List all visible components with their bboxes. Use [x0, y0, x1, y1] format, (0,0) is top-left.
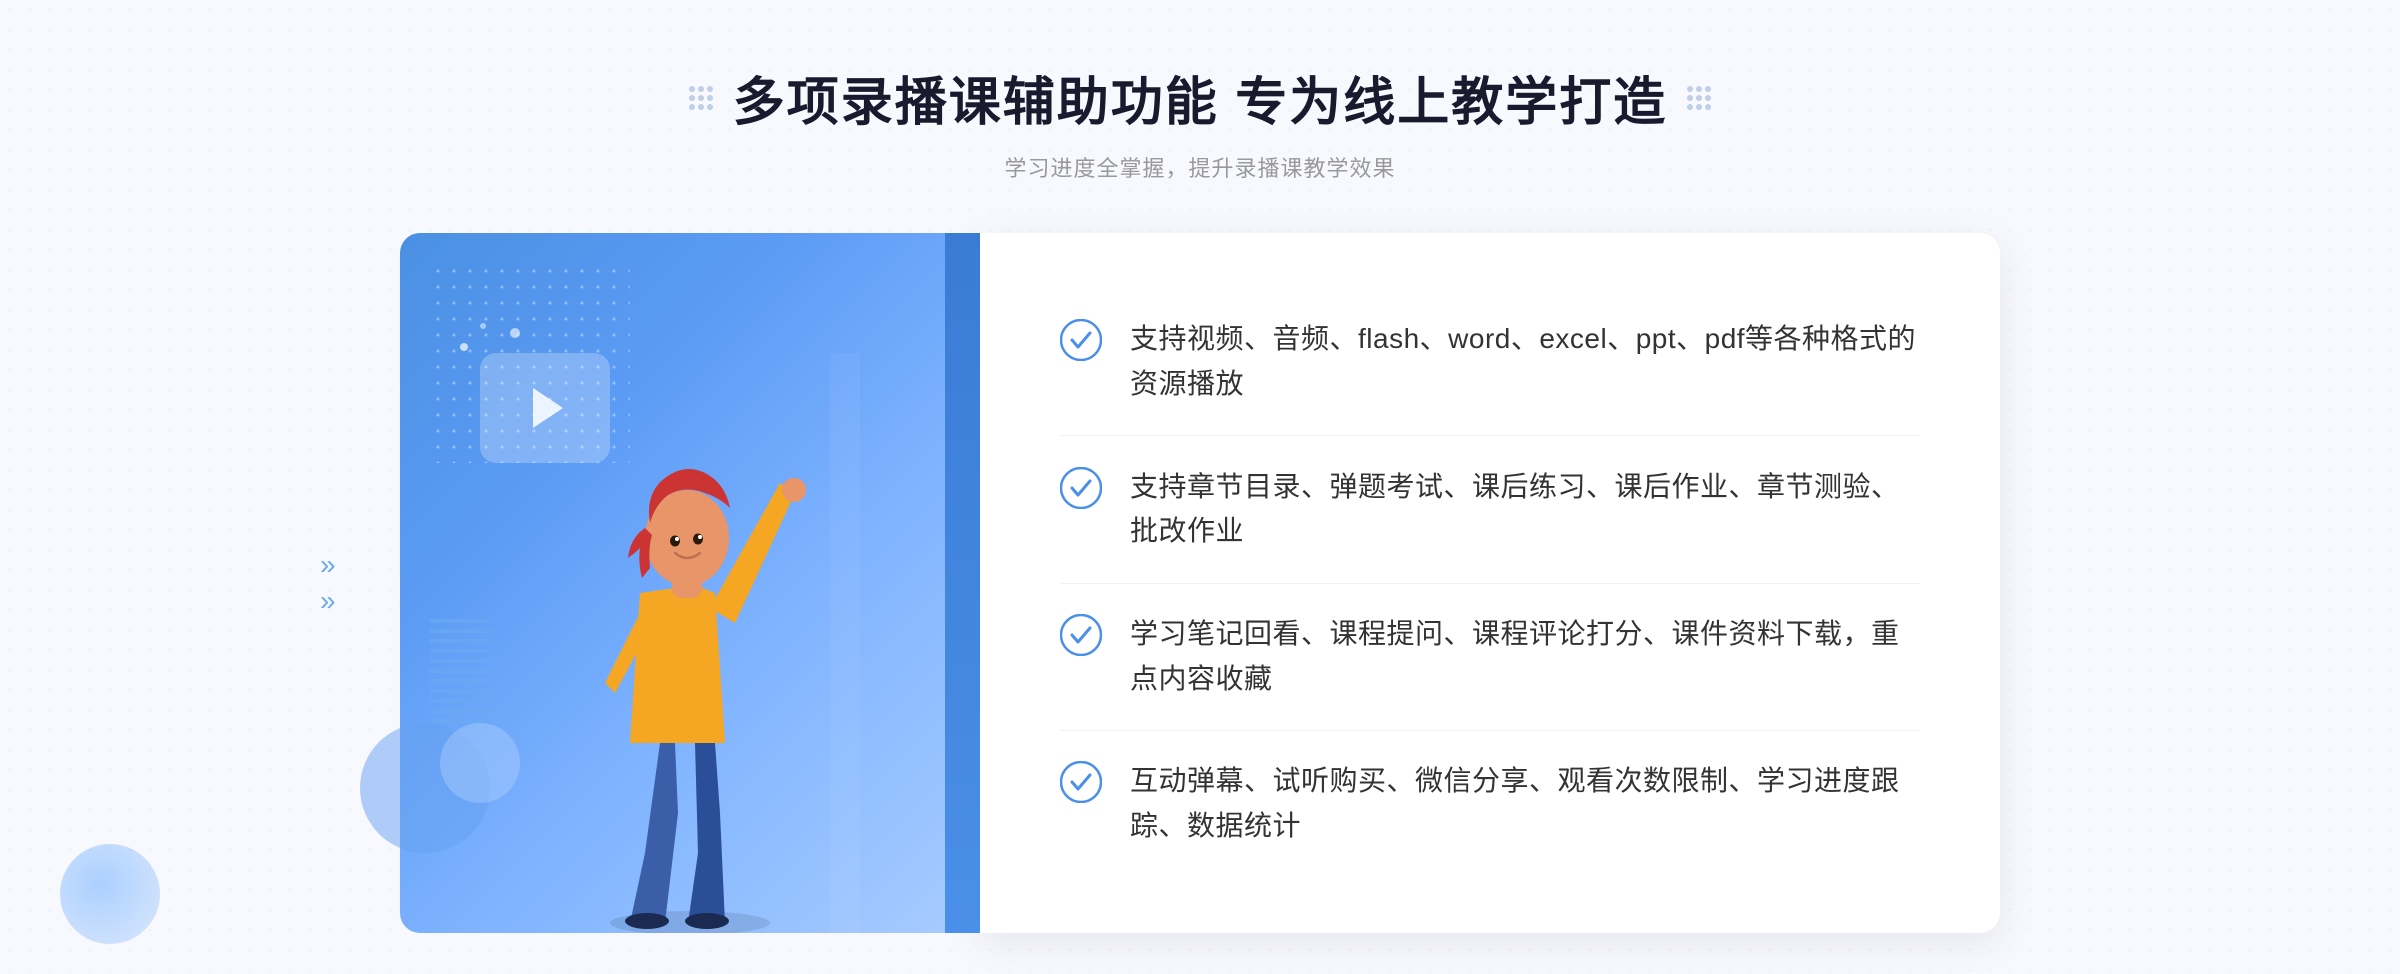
deco-circle-small	[440, 723, 520, 803]
stripe-decoration	[430, 613, 490, 733]
right-dot-decoration	[1687, 86, 1711, 110]
check-icon-2	[1060, 467, 1102, 509]
sparkle-2	[480, 323, 486, 329]
page-title: 多项录播课辅助功能 专为线上教学打造	[733, 60, 1667, 135]
divider-3	[1060, 730, 1920, 731]
right-features-panel: 支持视频、音频、flash、word、excel、ppt、pdf等各种格式的资源…	[980, 233, 2000, 933]
sparkle-3	[510, 328, 520, 338]
chevron-left-icon: »	[320, 551, 336, 579]
page-subtitle: 学习进度全掌握，提升录播课教学效果	[689, 151, 1711, 183]
left-illustration-panel	[400, 233, 980, 933]
content-section: » »	[400, 233, 2000, 933]
feature-text-2: 支持章节目录、弹题考试、课后练习、课后作业、章节测验、批改作业	[1130, 465, 1920, 555]
page-container: 多项录播课辅助功能 专为线上教学打造 学习进度全掌握，提升录播课教学效果 » »	[0, 0, 2400, 974]
bottom-left-orb	[60, 844, 160, 944]
divider-1	[1060, 435, 1920, 436]
feature-item-3: 学习笔记回看、课程提问、课程评论打分、课件资料下载，重点内容收藏	[1060, 592, 1920, 722]
feature-item-1: 支持视频、音频、flash、word、excel、ppt、pdf等各种格式的资源…	[1060, 297, 1920, 427]
sparkle-1	[460, 343, 468, 351]
chevron-left-icon-2: »	[320, 587, 336, 615]
check-icon-3	[1060, 614, 1102, 656]
feature-text-4: 互动弹幕、试听购买、微信分享、观看次数限制、学习进度跟踪、数据统计	[1130, 759, 1920, 849]
left-dot-decoration	[689, 86, 713, 110]
title-row: 多项录播课辅助功能 专为线上教学打造	[689, 60, 1711, 135]
blue-accent-bar	[945, 233, 980, 933]
header-section: 多项录播课辅助功能 专为线上教学打造 学习进度全掌握，提升录播课教学效果	[689, 60, 1711, 183]
feature-item-2: 支持章节目录、弹题考试、课后练习、课后作业、章节测验、批改作业	[1060, 445, 1920, 575]
check-icon-4	[1060, 761, 1102, 803]
feature-text-1: 支持视频、音频、flash、word、excel、ppt、pdf等各种格式的资源…	[1130, 317, 1920, 407]
divider-2	[1060, 583, 1920, 584]
feature-text-3: 学习笔记回看、课程提问、课程评论打分、课件资料下载，重点内容收藏	[1130, 612, 1920, 702]
left-arrow-decoration: » »	[320, 551, 336, 615]
feature-item-4: 互动弹幕、试听购买、微信分享、观看次数限制、学习进度跟踪、数据统计	[1060, 739, 1920, 869]
check-icon-1	[1060, 319, 1102, 361]
person-illustration	[520, 353, 860, 933]
